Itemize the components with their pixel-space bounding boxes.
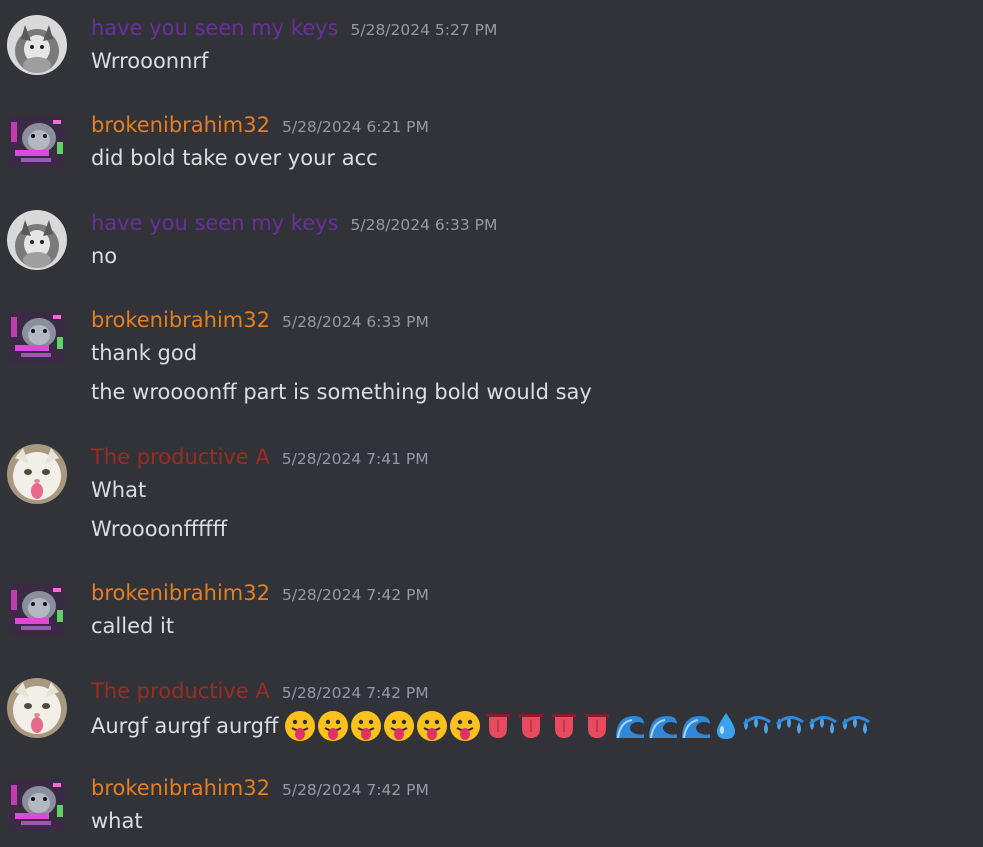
timestamp: 5/28/2024 7:42 PM xyxy=(281,684,429,702)
message-text: what xyxy=(91,809,143,833)
water-wave-emoji xyxy=(616,716,645,739)
water-wave-emoji xyxy=(682,716,711,739)
avatar-glitch-chinchilla[interactable] xyxy=(7,775,67,835)
avatar-cat-tongue[interactable] xyxy=(7,678,67,738)
message-text: Aurgf aurgf aurgff xyxy=(91,710,872,742)
face-with-tongue-emoji xyxy=(384,711,415,741)
face-with-tongue-emoji xyxy=(285,711,316,741)
message-text: no xyxy=(91,244,118,268)
message-text: Wroooonffffff xyxy=(91,517,228,541)
username[interactable]: brokenibrahim32 xyxy=(91,776,270,800)
sweat-droplets-emoji xyxy=(842,716,871,734)
timestamp: 5/28/2024 7:41 PM xyxy=(281,450,429,468)
droplet-emoji xyxy=(717,713,736,739)
face-with-tongue-emoji xyxy=(417,711,448,741)
sweat-droplets-emoji xyxy=(809,716,838,734)
message-text: called it xyxy=(91,614,175,638)
chat-message-list: have you seen my keys 5/28/2024 5:27 PM … xyxy=(0,0,983,847)
username[interactable]: The productive A xyxy=(91,679,270,703)
message-text: What xyxy=(91,478,147,502)
avatar-glitch-chinchilla[interactable] xyxy=(7,580,67,640)
avatar-cat-tongue[interactable] xyxy=(7,444,67,504)
username[interactable]: brokenibrahim32 xyxy=(91,308,270,332)
tongue-emoji xyxy=(519,714,544,738)
avatar-cat-in-hood[interactable] xyxy=(7,210,67,270)
face-with-tongue-emoji xyxy=(450,711,481,741)
water-wave-emoji xyxy=(649,716,678,739)
face-with-tongue-emoji xyxy=(318,711,349,741)
message-text-content: Aurgf aurgf aurgff xyxy=(91,714,279,738)
tongue-emoji xyxy=(585,714,610,738)
username[interactable]: The productive A xyxy=(91,445,270,469)
avatar-glitch-chinchilla[interactable] xyxy=(7,112,67,172)
avatar-glitch-chinchilla[interactable] xyxy=(7,307,67,367)
sweat-droplets-emoji xyxy=(776,716,805,734)
message-text: the wroooonff part is something bold wou… xyxy=(91,380,592,404)
timestamp: 5/28/2024 6:33 PM xyxy=(350,216,498,234)
timestamp: 5/28/2024 7:42 PM xyxy=(281,586,429,604)
timestamp: 5/28/2024 7:42 PM xyxy=(281,781,429,799)
username[interactable]: have you seen my keys xyxy=(91,16,339,40)
tongue-emoji xyxy=(486,714,511,738)
message-text: did bold take over your acc xyxy=(91,146,378,170)
username[interactable]: brokenibrahim32 xyxy=(91,581,270,605)
timestamp: 5/28/2024 6:21 PM xyxy=(281,118,429,136)
avatar-cat-in-hood[interactable] xyxy=(7,15,67,75)
username[interactable]: have you seen my keys xyxy=(91,211,339,235)
username[interactable]: brokenibrahim32 xyxy=(91,113,270,137)
timestamp: 5/28/2024 5:27 PM xyxy=(350,21,498,39)
emoji-row xyxy=(284,710,872,742)
face-with-tongue-emoji xyxy=(351,711,382,741)
timestamp: 5/28/2024 6:33 PM xyxy=(281,313,429,331)
tongue-emoji xyxy=(552,714,577,738)
message-text: Wrrooonnrf xyxy=(91,49,209,73)
message-text: thank god xyxy=(91,341,198,365)
sweat-droplets-emoji xyxy=(743,716,772,734)
